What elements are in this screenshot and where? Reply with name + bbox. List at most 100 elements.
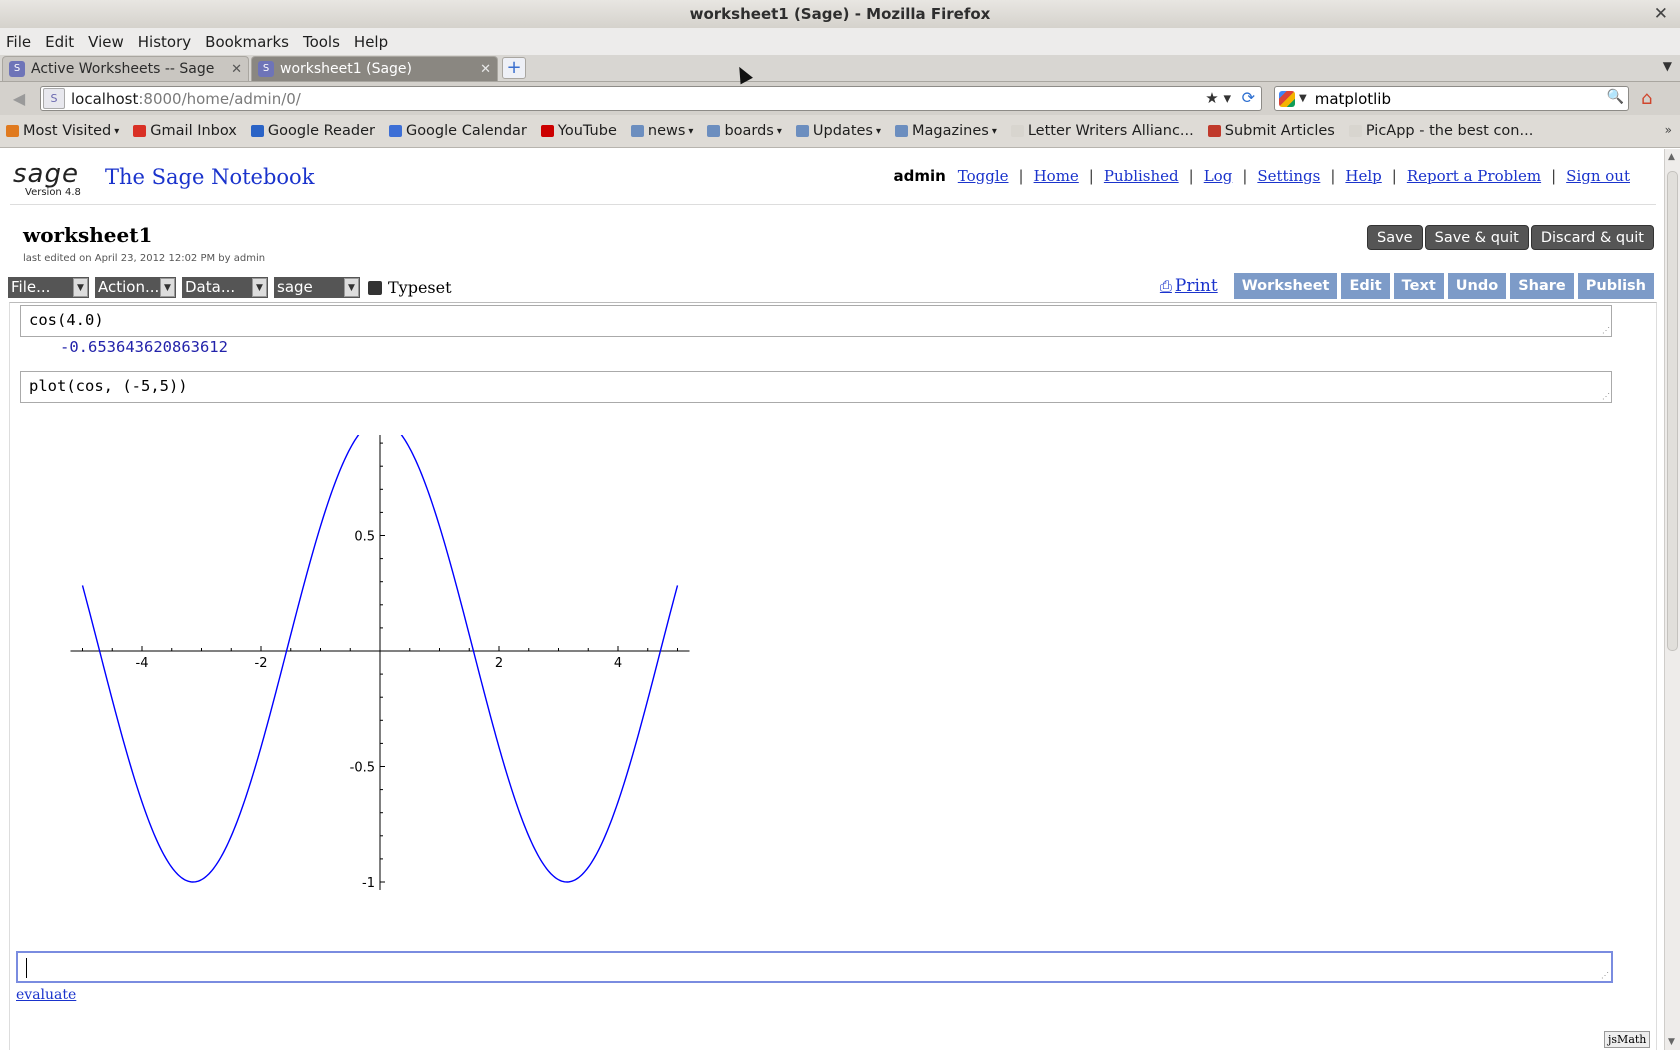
calendar-icon [388,125,402,137]
back-arrow-icon[interactable]: ◀ [6,88,32,110]
chevron-down-icon: ▾ [875,125,882,137]
link-settings[interactable]: Settings [1257,167,1320,185]
system-select[interactable]: sage ▼ [274,277,360,298]
link-sign-out[interactable]: Sign out [1566,167,1630,185]
scrollbar-thumb[interactable] [1667,171,1678,651]
search-bar[interactable]: ▼ matplotlib 🔍 [1274,86,1629,111]
link-help[interactable]: Help [1345,167,1381,185]
text-button[interactable]: Text [1393,273,1444,299]
window-close-icon[interactable]: ✕ [1654,0,1668,28]
tab-active-worksheets[interactable]: S Active Worksheets -- Sage ✕ [2,56,249,81]
search-icon[interactable]: 🔍 [1607,89,1624,105]
data-select[interactable]: Data... ▼ [182,277,268,298]
chevron-down-icon: ▾ [991,125,997,137]
bookmark-item[interactable]: Updates ▾ [795,123,882,139]
scroll-down-icon[interactable]: ▼ [1668,1037,1675,1047]
typeset-label: Typeset [388,278,452,297]
tab-close-icon[interactable]: ✕ [231,62,242,77]
resize-grip-icon[interactable]: ⋰ [1602,326,1610,335]
vertical-scrollbar[interactable]: ▲ ▼ [1664,149,1680,1050]
save-buttons: Save Save & quit Discard & quit [1365,225,1654,250]
worksheet-button[interactable]: Worksheet [1233,273,1338,299]
scroll-up-icon[interactable]: ▲ [1668,152,1675,162]
bookmark-star-icon[interactable]: ★ ▾ [1205,89,1231,107]
typeset-checkbox[interactable] [368,280,382,295]
bookmark-item[interactable]: Google Calendar [388,123,527,139]
print-link[interactable]: ⎙ Print [1160,276,1218,296]
worksheet-name[interactable]: worksheet1 [23,223,152,247]
notebook-title[interactable]: The Sage Notebook [105,165,314,189]
save-button[interactable]: Save [1367,225,1423,250]
link-home[interactable]: Home [1034,167,1079,185]
discard-and-quit-button[interactable]: Discard & quit [1530,225,1654,250]
sage-logo[interactable]: sage Version 4.8 [13,161,81,198]
folder-icon [895,125,909,137]
bookmark-item[interactable]: boards ▾ [707,123,782,139]
share-button[interactable]: Share [1510,273,1574,299]
x-tick-label: 4 [614,656,622,671]
chevron-down-icon[interactable]: ▼ [1299,93,1307,104]
link-published[interactable]: Published [1104,167,1179,185]
bookmark-item[interactable]: Submit Articles [1207,123,1335,139]
window-title-bar: worksheet1 (Sage) - Mozilla Firefox ✕ [0,0,1680,28]
link-log[interactable]: Log [1204,167,1233,185]
menu-edit[interactable]: Edit [45,33,74,51]
action-select-value: Action... [98,278,160,296]
edit-button[interactable]: Edit [1341,273,1390,299]
bookmark-item[interactable]: YouTube [540,123,617,139]
chevron-down-icon: ▼ [252,278,267,297]
folder-icon [795,125,809,137]
bookmark-label: Google Calendar [405,123,527,139]
tab-list-chevron-icon[interactable]: ▼ [1663,59,1672,73]
cell-input[interactable]: cos(4.0) ⋰ [20,305,1612,337]
bookmark-item[interactable]: news ▾ [630,123,693,139]
file-select[interactable]: File... ▼ [8,277,89,298]
action-select[interactable]: Action... ▼ [95,277,176,298]
worksheet-selects: File... ▼ Action... ▼ Data... ▼ sage ▼ T… [8,277,452,298]
bookmark-item[interactable]: Gmail Inbox [133,123,237,139]
home-icon[interactable]: ⌂ [1641,88,1652,109]
link-toggle[interactable]: Toggle [958,167,1009,185]
menu-tools[interactable]: Tools [303,33,340,51]
x-tick-label: 2 [495,656,503,671]
publish-button[interactable]: Publish [1577,273,1654,299]
most-visited-icon [6,125,19,137]
save-and-quit-button[interactable]: Save & quit [1424,225,1529,250]
cell-input[interactable]: plot(cos, (-5,5)) ⋰ [20,371,1612,403]
undo-button[interactable]: Undo [1447,273,1507,299]
menu-file[interactable]: File [6,33,31,51]
bookmark-label: Magazines [912,123,989,139]
x-tick-label: -4 [136,656,149,671]
jsmath-button[interactable]: jsMath [1604,1031,1651,1048]
article-icon [1207,125,1221,137]
bookmark-item[interactable]: Google Reader [250,123,375,139]
menu-view[interactable]: View [88,33,124,51]
reload-icon[interactable]: ⟳ [1242,88,1255,107]
evaluate-link[interactable]: evaluate [16,987,76,1003]
sage-page: sage Version 4.8 The Sage Notebook admin… [0,149,1664,1050]
tab-worksheet1[interactable]: S worksheet1 (Sage) ✕ [251,56,498,81]
tab-close-icon[interactable]: ✕ [480,62,491,77]
url-bar[interactable]: S localhost:8000/home/admin/0/ ★ ▾ ⟳ [40,86,1262,111]
bookmark-item[interactable]: Most Visited ▾ [6,123,119,139]
resize-grip-icon[interactable]: ⋰ [1601,971,1609,980]
chevron-down-icon: ▼ [160,278,175,297]
resize-grip-icon[interactable]: ⋰ [1602,392,1610,401]
search-input[interactable]: matplotlib [1315,90,1391,108]
sage-favicon-icon: S [9,61,25,77]
chevron-down-icon: ▼ [73,278,88,297]
menu-bookmarks[interactable]: Bookmarks [205,33,289,51]
link-report-problem[interactable]: Report a Problem [1407,167,1541,185]
google-search-engine-icon[interactable] [1279,90,1295,107]
menu-help[interactable]: Help [354,33,388,51]
bookmark-item[interactable]: Letter Writers Allianc... [1010,123,1194,139]
bookmark-item[interactable]: Magazines ▾ [895,123,997,139]
menu-history[interactable]: History [138,33,191,51]
new-tab-button[interactable]: + [502,57,526,79]
x-tick-label: -2 [255,656,268,671]
site-identity-icon[interactable]: S [43,88,65,109]
bookmark-item[interactable]: PicApp - the best con... [1348,123,1533,139]
new-cell-input[interactable]: ⋰ [16,951,1613,983]
bookmark-label: YouTube [557,123,617,139]
bookmarks-overflow-icon[interactable]: » [1665,123,1672,137]
